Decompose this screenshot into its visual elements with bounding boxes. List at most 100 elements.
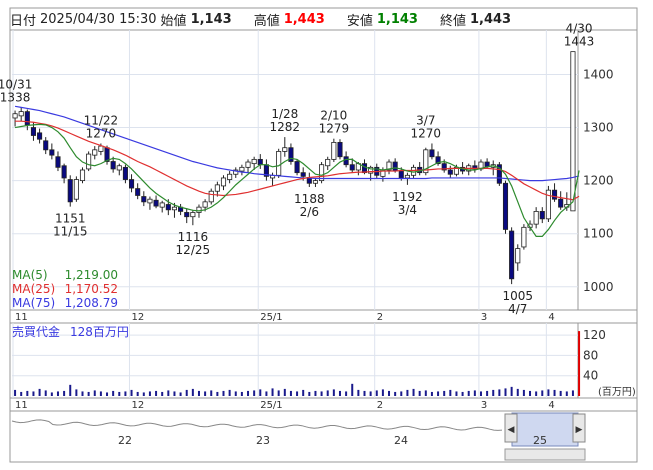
volume-bar xyxy=(516,388,519,396)
scroller-bar[interactable] xyxy=(504,448,586,461)
candle-body xyxy=(392,161,398,172)
volume-bar xyxy=(510,386,513,396)
volume-bar xyxy=(498,389,501,396)
candle-body xyxy=(282,147,288,152)
volume-bar xyxy=(345,391,348,396)
month-label-volume: 25/1 xyxy=(260,400,282,411)
candle-body xyxy=(558,198,564,208)
month-label: 12 xyxy=(131,312,144,323)
month-label-volume: 11 xyxy=(15,400,28,411)
volume-bar xyxy=(148,391,151,396)
volume-bar xyxy=(437,391,440,396)
candle-body xyxy=(116,165,122,171)
volume-bar xyxy=(69,384,72,396)
volume-bar xyxy=(167,390,170,396)
volume-bar xyxy=(191,388,194,396)
volume-bar xyxy=(14,389,17,396)
volume-bar xyxy=(283,388,286,396)
annotation-date: 4/30 xyxy=(566,22,593,36)
candle-body xyxy=(141,196,147,203)
volume-bar xyxy=(118,391,121,396)
volume-bar xyxy=(87,391,90,396)
legend-ma5-value: 1,219.00 xyxy=(65,268,118,282)
month-label-volume: 3 xyxy=(481,400,487,411)
volume-bar xyxy=(228,389,231,396)
volume-label: 売買代金 xyxy=(12,324,60,339)
candle-body xyxy=(18,111,24,117)
candle-body xyxy=(570,51,576,212)
volume-bar xyxy=(247,390,250,396)
scroller-right-arrow-icon: ▶ xyxy=(576,425,583,435)
volume-bar xyxy=(565,391,568,396)
volume-bar xyxy=(38,388,41,396)
candle-body xyxy=(86,153,92,170)
volume-bar xyxy=(553,389,556,396)
main-date-strip xyxy=(9,309,638,324)
candle-body xyxy=(184,212,190,218)
volume-bar xyxy=(338,390,341,396)
volume-bar xyxy=(106,392,109,396)
candle-body xyxy=(325,158,331,167)
candle-body xyxy=(429,149,435,158)
volume-tick-label: 40 xyxy=(583,369,598,383)
volume-value: 128百万円 xyxy=(70,325,129,339)
volume-bar xyxy=(222,390,225,396)
volume-bar xyxy=(210,390,213,396)
annotation-value: 1116 xyxy=(178,230,209,244)
annotation-date: 2/10 xyxy=(320,109,347,123)
annotation-value: 1270 xyxy=(86,126,117,140)
candle-body xyxy=(398,170,404,179)
volume-bar xyxy=(522,389,525,396)
volume-bar xyxy=(185,389,188,396)
volume-bar xyxy=(578,331,581,396)
candle-body xyxy=(349,164,355,171)
volume-bar xyxy=(99,391,102,396)
volume-bar xyxy=(388,390,391,396)
candle-body xyxy=(227,173,233,180)
header-frame xyxy=(9,7,638,31)
annotation-date: 10/31 xyxy=(0,77,32,91)
candle-body xyxy=(509,230,515,280)
candle-body xyxy=(521,226,527,248)
volume-bar xyxy=(504,388,507,396)
annotation-date: 12/25 xyxy=(176,243,211,257)
month-label-volume: 2 xyxy=(377,400,383,411)
volume-bar xyxy=(179,392,182,396)
volume-bar xyxy=(529,390,532,396)
annotation-date: 2/6 xyxy=(300,205,319,219)
scroller-year-22: 22 xyxy=(118,434,132,447)
volume-bar xyxy=(130,389,133,396)
annotation-value: 1279 xyxy=(319,122,350,136)
candle-body xyxy=(245,161,251,168)
volume-bar xyxy=(571,390,574,396)
candle-body xyxy=(165,204,171,211)
candle-body xyxy=(257,158,263,166)
candle-body xyxy=(43,140,49,151)
ma-legend: MA(5) 1,219.00 MA(25) 1,170.52 MA(75) 1,… xyxy=(12,268,118,310)
price-tick-label: 1100 xyxy=(583,227,614,241)
volume-bar xyxy=(142,392,145,396)
candle-body xyxy=(61,165,67,179)
candle-body xyxy=(447,169,453,175)
volume-bar xyxy=(136,391,139,396)
volume-bar xyxy=(424,390,427,396)
candle-body xyxy=(190,212,196,218)
volume-bar xyxy=(461,391,464,396)
legend-ma25-name: MA(25) xyxy=(12,282,55,296)
candle-body xyxy=(337,141,343,158)
volume-bar xyxy=(412,388,415,396)
volume-bar xyxy=(455,391,458,396)
candle-body xyxy=(551,189,558,200)
annotation-value: 1338 xyxy=(0,90,30,104)
annotation-value: 1005 xyxy=(502,289,533,303)
volume-bar xyxy=(20,391,23,396)
volume-bar xyxy=(541,390,544,396)
volume-bar xyxy=(363,390,366,396)
candle-body xyxy=(220,177,227,187)
annotation-value: 1188 xyxy=(294,192,325,206)
price-tick-label: 1400 xyxy=(583,67,614,81)
volume-bar xyxy=(308,391,311,396)
volume-bar xyxy=(394,391,397,396)
volume-bar xyxy=(112,390,115,396)
volume-bar xyxy=(430,391,433,396)
